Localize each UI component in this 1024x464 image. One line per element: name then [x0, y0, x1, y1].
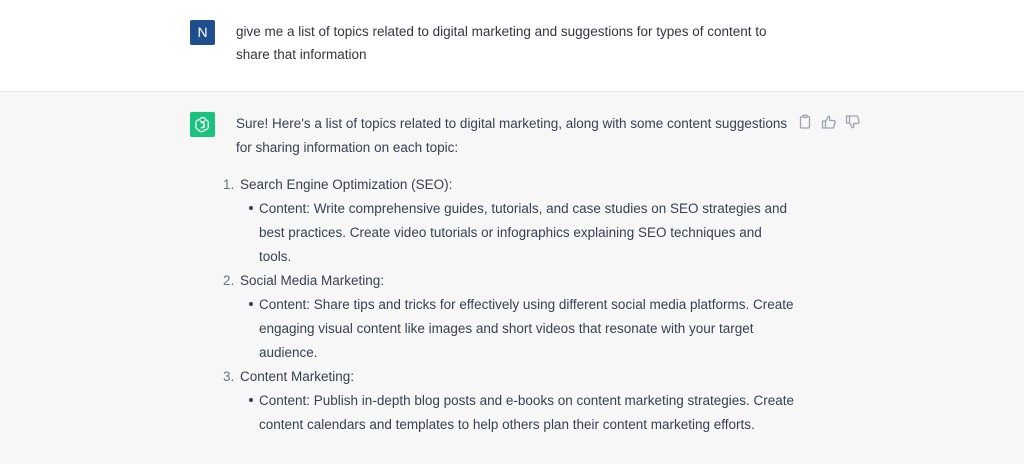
copy-button[interactable] [797, 114, 813, 130]
assistant-avatar [190, 112, 215, 137]
topic-item: 2. Social Media Marketing: Content: Shar… [223, 269, 796, 365]
assistant-message-content: Sure! Here's a list of topics related to… [223, 112, 796, 437]
copy-icon [799, 114, 811, 129]
topic-bullet-text: Content: Write comprehensive guides, tut… [259, 201, 788, 264]
topic-bullet: Content: Publish in-depth blog posts and… [249, 389, 796, 437]
assistant-intro-text: Sure! Here's a list of topics related to… [236, 116, 788, 155]
assistant-message-row: Sure! Here's a list of topics related to… [0, 92, 1024, 464]
thumbs-up-icon [821, 115, 836, 129]
user-avatar: N [190, 20, 215, 45]
openai-logo-icon [195, 116, 210, 133]
topic-item: 3. Content Marketing: Content: Publish i… [223, 365, 796, 437]
topic-bullet-text: Content: Share tips and tricks for effec… [259, 297, 794, 360]
topic-title: Social Media Marketing: [240, 273, 385, 288]
bullet-dot [249, 302, 253, 306]
user-message-text: give me a list of topics related to digi… [236, 24, 767, 62]
topic-bullet: Content: Share tips and tricks for effec… [249, 293, 796, 365]
topic-bullets: Content: Share tips and tricks for effec… [236, 293, 796, 365]
bullet-dot [249, 206, 253, 210]
topic-list: 1. Search Engine Optimization (SEO): Con… [223, 173, 796, 437]
topic-title: Content Marketing: [240, 369, 355, 384]
topic-number: 1. [223, 177, 235, 192]
topic-item: 1. Search Engine Optimization (SEO): Con… [223, 173, 796, 269]
topic-bullets: Content: Publish in-depth blog posts and… [236, 389, 796, 437]
thumbs-down-icon [845, 115, 860, 129]
bullet-dot [249, 398, 253, 402]
topic-number: 3. [223, 369, 235, 384]
thumbs-up-button[interactable] [821, 114, 837, 130]
topic-bullet-text: Content: Publish in-depth blog posts and… [259, 393, 795, 432]
user-message-row: N give me a list of topics related to di… [0, 0, 1024, 92]
message-actions [797, 114, 861, 130]
topic-number: 2. [223, 273, 235, 288]
topic-bullets: Content: Write comprehensive guides, tut… [236, 197, 796, 269]
topic-title: Search Engine Optimization (SEO): [240, 177, 453, 192]
thumbs-down-button[interactable] [845, 114, 861, 130]
topic-bullet: Content: Write comprehensive guides, tut… [249, 197, 796, 269]
